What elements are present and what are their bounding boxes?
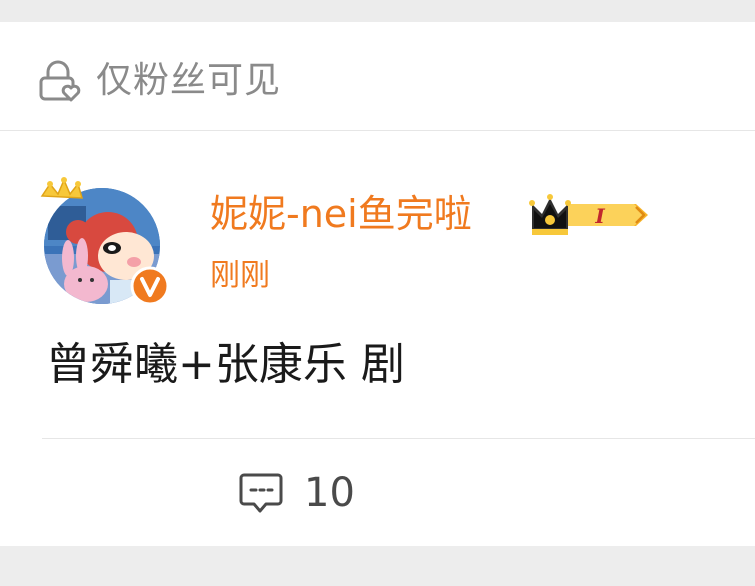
bottom-gap	[0, 546, 755, 586]
comment-icon	[239, 473, 283, 513]
post-card: 仅粉丝可见 妮妮-nei鱼完啦 I 刚刚 曾舜曦+张康乐 剧 10	[0, 22, 755, 546]
lock-heart-icon	[39, 60, 81, 102]
visibility-label: 仅粉丝可见	[96, 60, 282, 101]
divider	[0, 130, 755, 131]
verified-badge-icon	[130, 266, 170, 306]
divider	[42, 438, 755, 439]
comment-count: 10	[304, 470, 355, 516]
visibility-row: 仅粉丝可见	[0, 22, 755, 130]
badge-level: I	[594, 204, 605, 228]
crown-level-badge-icon[interactable]: I	[528, 190, 650, 240]
top-gap	[0, 0, 755, 22]
author-name[interactable]: 妮妮-nei鱼完啦	[210, 190, 472, 238]
post-timestamp: 刚刚	[210, 258, 270, 293]
post-text: 曾舜曦+张康乐 剧	[46, 339, 405, 390]
comment-button[interactable]: 10	[238, 468, 355, 518]
